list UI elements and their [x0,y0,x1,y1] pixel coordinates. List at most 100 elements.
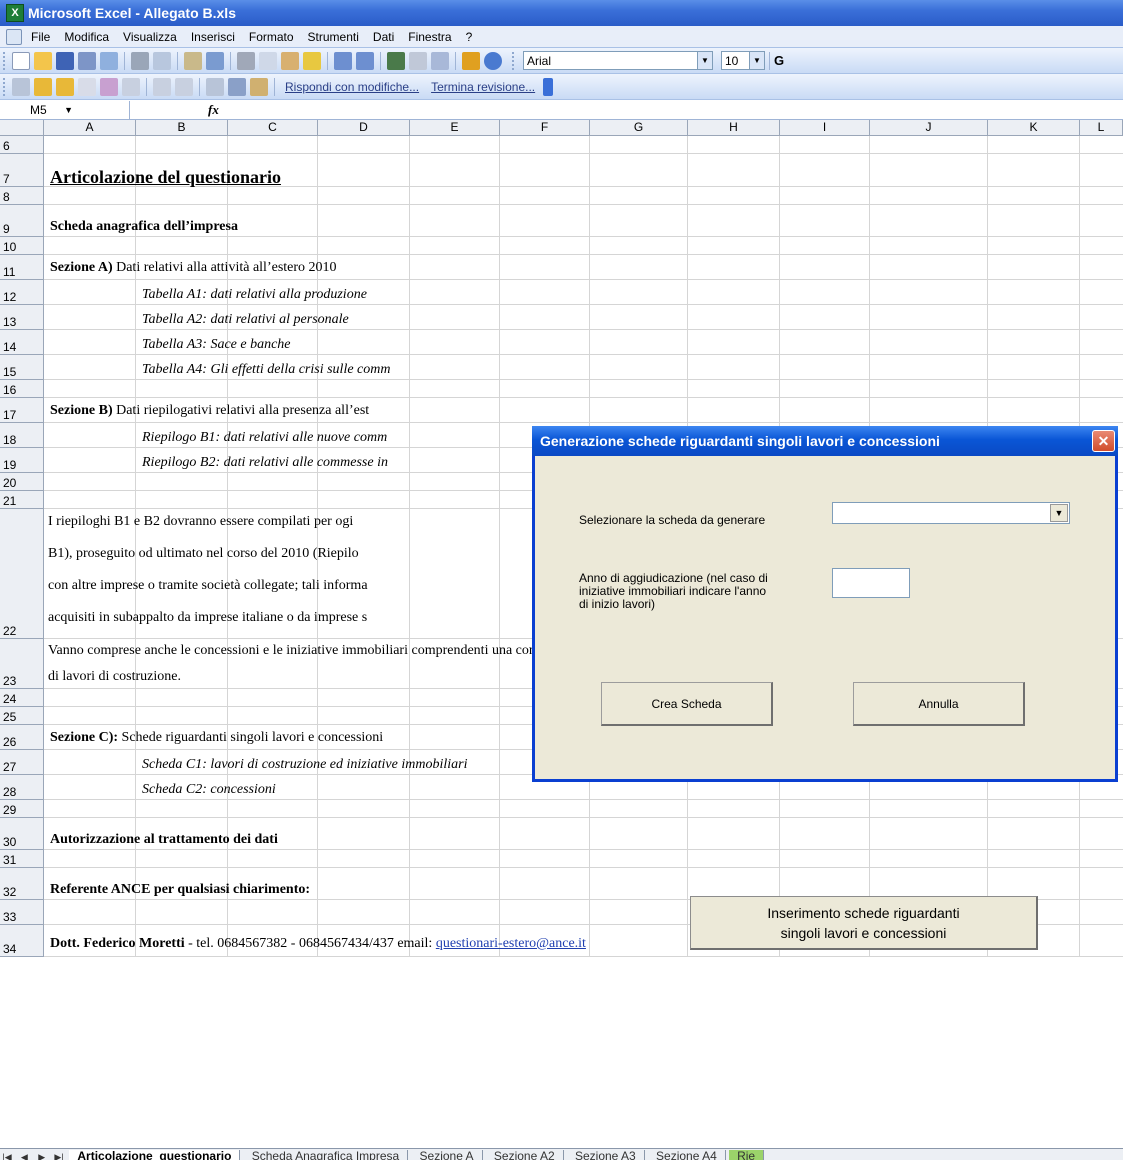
dialog-title-bar[interactable]: Generazione schede riguardanti singoli l… [532,426,1118,456]
menu-visualizza[interactable]: Visualizza [116,30,184,44]
column-header[interactable]: D [318,120,410,136]
folder-icon[interactable] [56,77,74,96]
sheet-tab-articolazione[interactable]: Articolazione_questionario [69,1150,241,1160]
research-icon[interactable] [206,51,224,70]
row-header[interactable]: 20 [0,473,44,491]
menu-modifica[interactable]: Modifica [57,30,116,44]
chevron-down-icon[interactable]: ▼ [1050,504,1068,522]
column-header[interactable]: F [500,120,590,136]
column-header[interactable]: H [688,120,780,136]
column-header[interactable]: K [988,120,1080,136]
print-icon[interactable] [131,51,149,70]
new-icon[interactable] [12,51,30,70]
row-header[interactable]: 32 [0,868,44,900]
toolbar-grip[interactable] [3,51,6,70]
row-header[interactable]: 23 [0,639,44,689]
row-header[interactable]: 21 [0,491,44,509]
review-icon[interactable] [12,77,30,96]
row-header[interactable]: 11 [0,255,44,280]
column-header[interactable]: C [228,120,318,136]
permission-icon[interactable] [78,51,96,70]
sheet-tab-scheda-anagrafica[interactable]: Scheda Anagrafica Impresa [244,1150,409,1160]
reviewing-pane-icon[interactable] [250,77,268,96]
sheet-tab-riepilogo[interactable]: Rie [729,1150,765,1160]
chevron-down-icon[interactable]: ▼ [64,105,73,115]
font-size-select[interactable]: 10 ▼ [721,51,765,70]
column-header[interactable]: I [780,120,870,136]
function-icon[interactable]: fx [208,102,219,118]
name-box[interactable]: M5 ▼ [0,100,130,119]
anno-input[interactable] [832,568,910,598]
toolbar-grip[interactable] [3,77,6,96]
row-header[interactable]: 19 [0,448,44,473]
print-preview-icon[interactable] [153,51,171,70]
menu-dati[interactable]: Dati [366,30,401,44]
row-header[interactable]: 34 [0,925,44,957]
row-header[interactable]: 26 [0,725,44,750]
sort-icon[interactable] [431,51,449,70]
row-header[interactable]: 12 [0,280,44,305]
menu-finestra[interactable]: Finestra [401,30,458,44]
delete-comment-icon[interactable] [122,77,140,96]
row-header[interactable]: 17 [0,398,44,423]
track-changes-icon[interactable] [100,77,118,96]
toolbar-grip[interactable] [512,51,515,70]
comment-icon[interactable] [78,77,96,96]
row-header[interactable]: 16 [0,380,44,398]
row-header[interactable]: 28 [0,775,44,800]
annulla-button[interactable]: Annulla [853,682,1025,726]
row-header[interactable]: 27 [0,750,44,775]
menu-help[interactable]: ? [459,30,480,44]
menu-strumenti[interactable]: Strumenti [301,30,366,44]
menu-file[interactable]: File [24,30,57,44]
sheet-tab-sezione-a[interactable]: Sezione A [412,1150,483,1160]
column-header[interactable]: G [590,120,688,136]
row-header[interactable]: 8 [0,187,44,205]
chevron-down-icon[interactable]: ▼ [749,52,764,69]
cut-icon[interactable] [237,51,255,70]
last-sheet-icon[interactable]: ▶| [52,1152,66,1160]
row-header[interactable]: 25 [0,707,44,725]
paste-icon[interactable] [281,51,299,70]
undo-icon[interactable] [334,51,352,70]
end-review-link[interactable]: Termina revisione... [431,80,535,94]
row-header[interactable]: 18 [0,423,44,448]
row-header[interactable]: 30 [0,818,44,850]
crea-scheda-button[interactable]: Crea Scheda [601,682,773,726]
next-sheet-icon[interactable]: ▶ [35,1152,49,1160]
row-header[interactable]: 6 [0,136,44,154]
reply-with-changes-link[interactable]: Rispondi con modifiche... [285,80,419,94]
hyperlink-icon[interactable] [387,51,405,70]
column-header[interactable]: E [410,120,500,136]
font-name-select[interactable]: Arial ▼ [523,51,713,70]
spelling-icon[interactable] [184,51,202,70]
document-icon[interactable] [6,28,22,45]
row-header[interactable]: 14 [0,330,44,355]
sheet-tab-sezione-a4[interactable]: Sezione A4 [648,1150,726,1160]
row-header[interactable]: 24 [0,689,44,707]
folder-icon[interactable] [34,77,52,96]
row-header[interactable]: 33 [0,900,44,925]
sheet-tab-sezione-a2[interactable]: Sezione A2 [486,1150,564,1160]
redo-icon[interactable] [356,51,374,70]
close-icon[interactable]: ✕ [1092,430,1115,452]
insert-schede-button[interactable]: Inserimento schede riguardanti singoli l… [690,896,1038,950]
next-icon[interactable] [175,77,193,96]
sheet-tab-sezione-a3[interactable]: Sezione A3 [567,1150,645,1160]
menu-formato[interactable]: Formato [242,30,301,44]
copy-icon[interactable] [259,51,277,70]
chart-wizard-icon[interactable] [462,51,480,70]
show-comments-icon[interactable] [206,77,224,96]
help-icon[interactable] [484,51,502,70]
menu-inserisci[interactable]: Inserisci [184,30,242,44]
email-icon[interactable] [100,51,118,70]
row-header[interactable]: 15 [0,355,44,380]
row-header[interactable]: 10 [0,237,44,255]
bold-button[interactable]: G [774,53,784,68]
save-icon[interactable] [56,51,74,70]
row-header[interactable]: 9 [0,205,44,237]
toolbar-options-icon[interactable] [543,77,554,96]
scheda-select[interactable]: ▼ [832,502,1070,524]
corner-cell[interactable] [0,120,44,136]
column-header[interactable]: B [136,120,228,136]
